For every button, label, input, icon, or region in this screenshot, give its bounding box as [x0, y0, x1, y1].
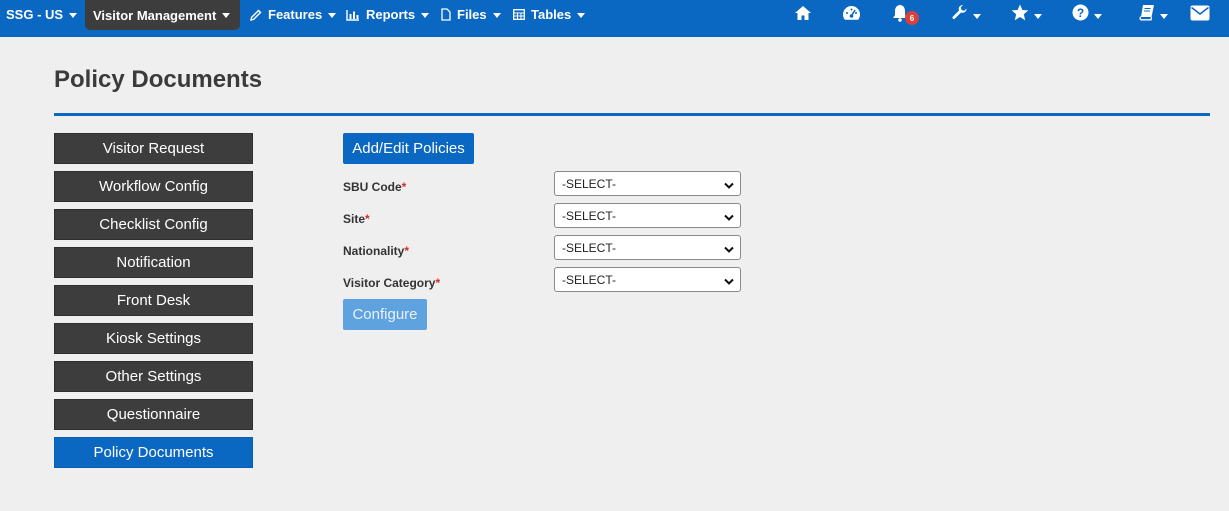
file-icon — [441, 8, 451, 21]
chevron-down-icon — [577, 12, 586, 18]
menu-reports[interactable]: Reports — [346, 0, 430, 29]
visitor-category-select[interactable]: -SELECT- — [554, 267, 741, 292]
nationality-select[interactable]: -SELECT- — [554, 235, 741, 260]
star-icon — [1011, 4, 1029, 26]
chevron-down-icon — [222, 13, 231, 18]
sidebar-item-visitor-request[interactable]: Visitor Request — [54, 133, 253, 164]
menu-features[interactable]: Features — [250, 0, 337, 29]
envelope-icon — [1190, 5, 1210, 26]
chevron-down-icon — [421, 12, 430, 18]
sidebar-item-kiosk-settings[interactable]: Kiosk Settings — [54, 323, 253, 354]
tools-menu[interactable] — [951, 4, 981, 26]
module-selector[interactable]: Visitor Management — [85, 0, 241, 30]
docs-menu[interactable] — [1139, 4, 1168, 26]
required-mark: * — [404, 244, 410, 258]
chevron-down-icon — [1034, 14, 1042, 19]
site-select[interactable]: -SELECT- — [554, 203, 741, 228]
chevron-down-icon — [724, 211, 734, 225]
visitor-category-label-text: Visitor Category — [343, 276, 436, 290]
title-divider — [54, 113, 1210, 116]
menu-files[interactable]: Files — [441, 0, 501, 29]
notifications-button[interactable]: 6 — [892, 4, 919, 26]
home-icon — [794, 5, 812, 26]
dashboard-button[interactable] — [842, 4, 861, 26]
dashboard-icon — [842, 5, 861, 26]
menu-reports-label: Reports — [366, 7, 416, 22]
notification-badge: 6 — [905, 11, 919, 25]
table-icon — [513, 9, 525, 20]
book-icon — [1139, 4, 1155, 26]
sidebar-item-policy-documents[interactable]: Policy Documents — [54, 437, 253, 468]
visitor-category-label: Visitor Category* — [343, 276, 440, 290]
wrench-icon — [951, 4, 968, 26]
chevron-down-icon — [724, 243, 734, 257]
nationality-label: Nationality* — [343, 244, 409, 258]
required-mark: * — [401, 180, 407, 194]
menu-files-label: Files — [457, 7, 487, 22]
module-selector-label: Visitor Management — [93, 7, 217, 23]
sbu-code-label-text: SBU Code — [343, 180, 402, 194]
chevron-down-icon — [1160, 14, 1168, 19]
chevron-down-icon — [1094, 14, 1102, 19]
org-selector-label: SSG - US — [6, 7, 64, 22]
chevron-down-icon — [328, 12, 337, 18]
chevron-down-icon — [724, 179, 734, 193]
required-mark: * — [365, 212, 370, 226]
visitor-category-select-value: -SELECT- — [562, 272, 617, 287]
sidebar-item-other-settings[interactable]: Other Settings — [54, 361, 253, 392]
site-select-value: -SELECT- — [562, 208, 617, 223]
required-mark: * — [435, 276, 441, 290]
page-title: Policy Documents — [54, 66, 263, 93]
help-menu[interactable]: ? — [1072, 4, 1102, 26]
chevron-down-icon — [69, 12, 78, 18]
sidebar-item-front-desk[interactable]: Front Desk — [54, 285, 253, 316]
home-button[interactable] — [794, 4, 812, 26]
nationality-select-value: -SELECT- — [562, 240, 617, 255]
add-edit-policies-button[interactable]: Add/Edit Policies — [343, 133, 474, 164]
chevron-down-icon — [724, 275, 734, 289]
menu-tables[interactable]: Tables — [513, 0, 586, 29]
sbu-code-select[interactable]: -SELECT- — [554, 171, 741, 196]
org-selector[interactable]: SSG - US — [6, 0, 78, 29]
menu-tables-label: Tables — [531, 7, 572, 22]
messages-button[interactable] — [1190, 4, 1210, 26]
sidebar-item-notification[interactable]: Notification — [54, 247, 253, 278]
menu-features-label: Features — [268, 7, 323, 22]
sbu-code-label: SBU Code* — [343, 180, 406, 194]
configure-button[interactable]: Configure — [343, 299, 427, 330]
chevron-down-icon — [492, 12, 501, 18]
nationality-label-text: Nationality — [343, 244, 405, 258]
pencil-icon — [250, 9, 262, 21]
chevron-down-icon — [973, 14, 981, 19]
help-icon: ? — [1072, 4, 1089, 26]
svg-text:?: ? — [1077, 6, 1084, 20]
sidebar-item-workflow-config[interactable]: Workflow Config — [54, 171, 253, 202]
favorites-menu[interactable] — [1011, 4, 1042, 26]
sbu-code-select-value: -SELECT- — [562, 176, 617, 191]
bar-chart-icon — [346, 9, 360, 21]
sidebar-item-questionnaire[interactable]: Questionnaire — [54, 399, 253, 430]
site-label: Site* — [343, 212, 370, 226]
sidebar-item-checklist-config[interactable]: Checklist Config — [54, 209, 253, 240]
top-navbar: SSG - US Visitor Management Features Rep… — [0, 0, 1229, 37]
site-label-text: Site — [343, 212, 366, 226]
